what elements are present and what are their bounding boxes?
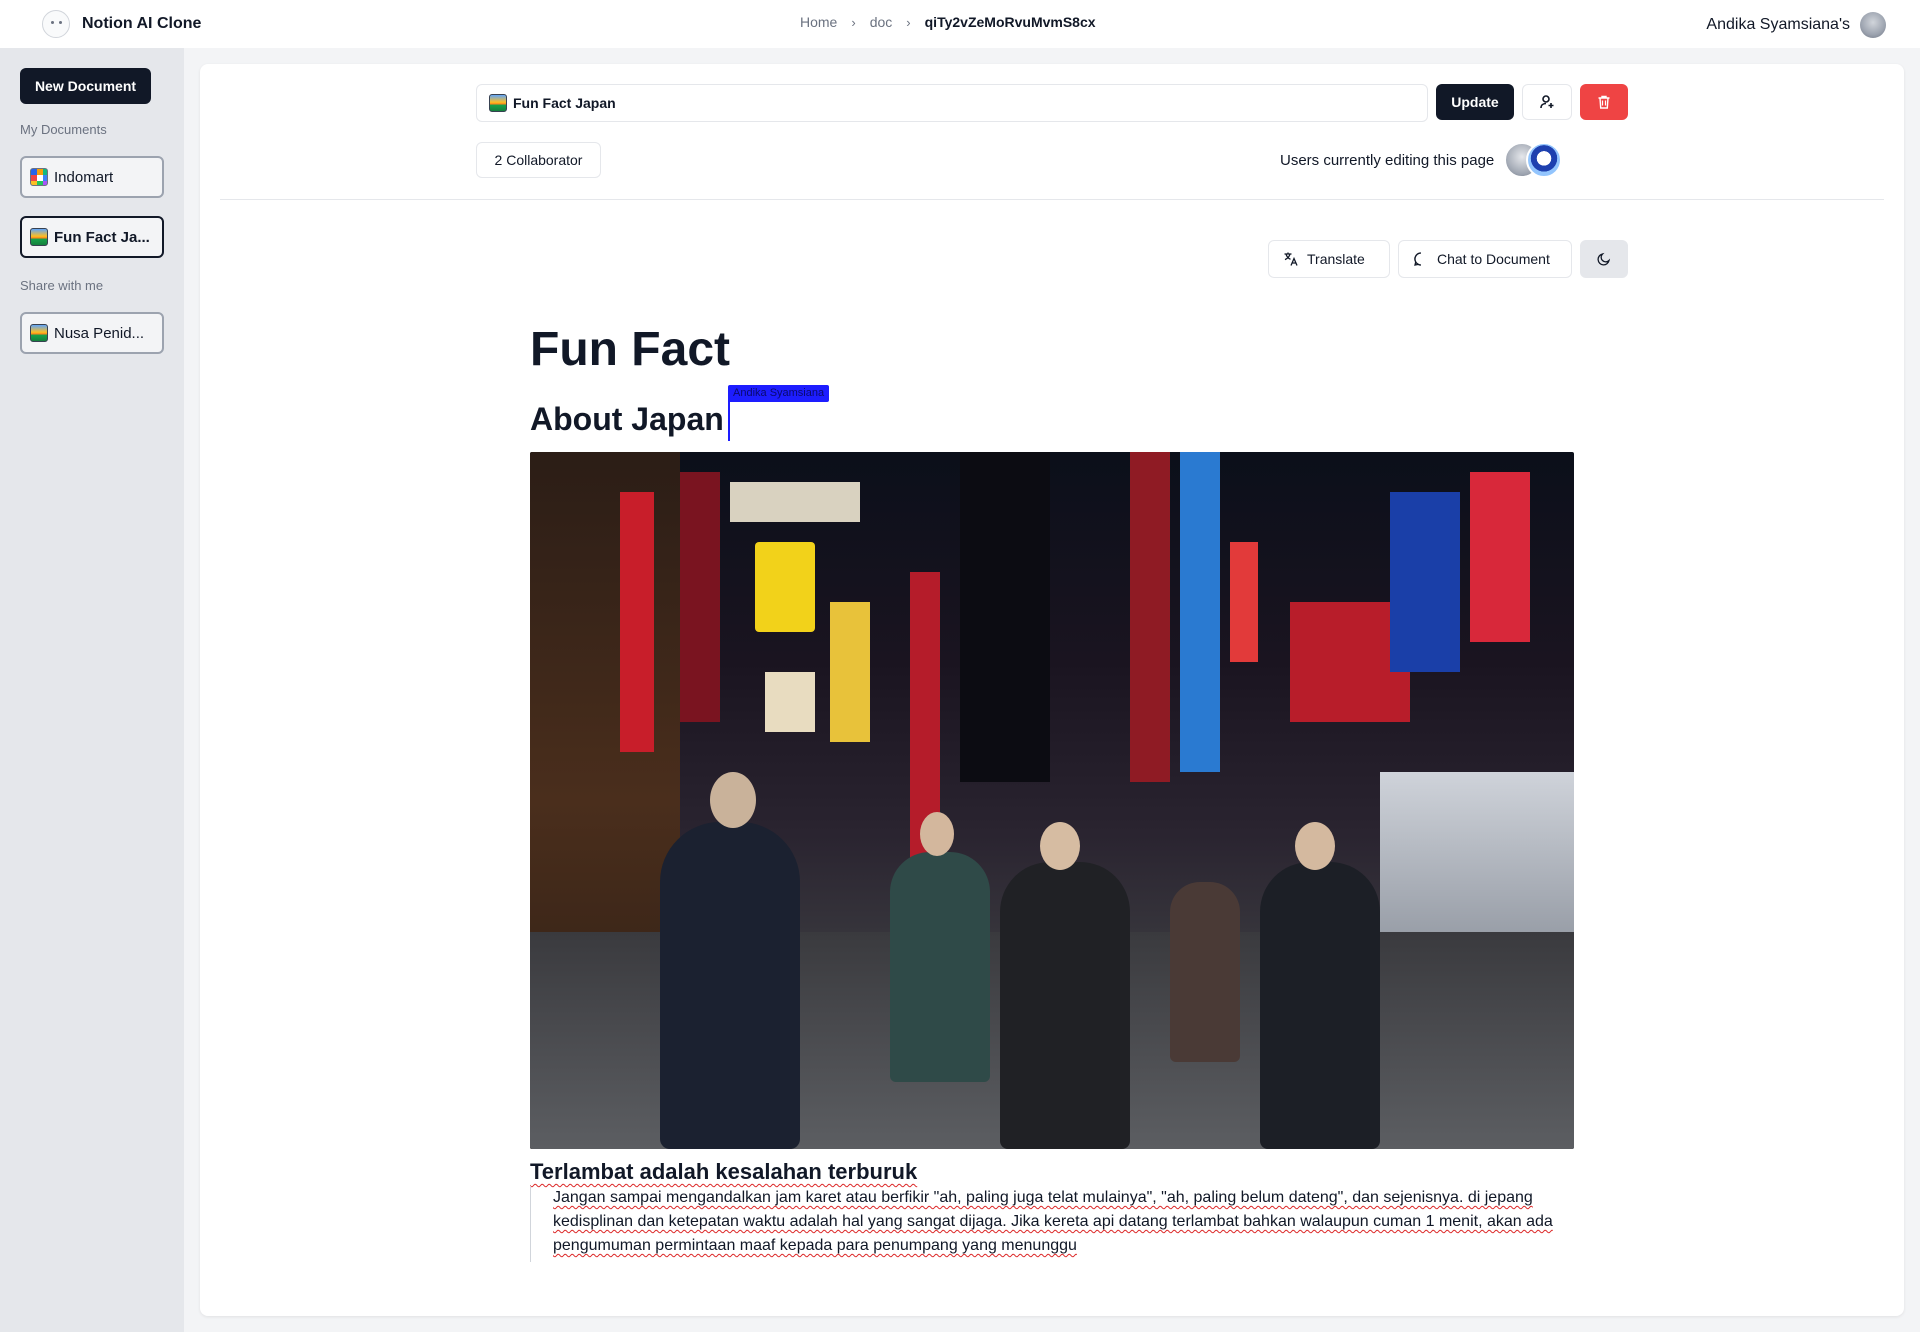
sidebar-item-fun-fact-japan[interactable]: Fun Fact Ja...: [20, 216, 164, 258]
picture-emoji-icon: [30, 228, 48, 246]
active-editors: Users currently editing this page: [1280, 142, 1563, 178]
update-button[interactable]: Update: [1436, 84, 1514, 120]
editor-avatars[interactable]: [1504, 142, 1563, 178]
message-circle-icon: [1414, 252, 1422, 266]
document-title-value: Fun Fact Japan: [513, 95, 616, 111]
picture-emoji-icon: [30, 324, 48, 342]
translate-icon: [1284, 252, 1298, 266]
my-documents-label: My Documents: [20, 122, 107, 137]
brand[interactable]: Notion AI Clone: [42, 10, 201, 38]
delete-button[interactable]: [1580, 84, 1628, 120]
chevron-right-icon: ›: [906, 14, 911, 30]
document-heading-2[interactable]: About Japan: [530, 403, 724, 435]
divider: [220, 199, 1884, 200]
trash-icon: [1598, 95, 1610, 109]
shared-label: Share with me: [20, 278, 104, 293]
document-card: Fun Fact Japan Update 2 Collaborator Use…: [200, 64, 1904, 1316]
moon-icon: [1597, 252, 1611, 266]
collaborator-button[interactable]: 2 Collaborator: [476, 142, 601, 178]
breadcrumb: Home › doc › qiTy2vZeMoRvuMvmS8cx: [800, 14, 1096, 30]
sidebar-item-label: Fun Fact Ja...: [54, 228, 150, 246]
invite-user-button[interactable]: [1522, 84, 1572, 120]
avatar[interactable]: [1526, 142, 1563, 178]
user-plus-icon: [1540, 95, 1554, 109]
breadcrumb-current: qiTy2vZeMoRvuMvmS8cx: [924, 14, 1096, 30]
dark-mode-toggle[interactable]: [1580, 240, 1628, 278]
quote-text: Jangan sampai mengandalkan jam karet ata…: [553, 1189, 1553, 1254]
breadcrumb-doc[interactable]: doc: [870, 14, 893, 30]
document-heading-3[interactable]: Terlambat adalah kesalahan terburuk: [530, 1159, 917, 1184]
sidebar: New Document My Documents Indomart Fun F…: [0, 48, 184, 1332]
user-menu[interactable]: Andika Syamsiana's: [1706, 12, 1886, 38]
chevron-right-icon: ›: [851, 14, 856, 30]
blockquote[interactable]: Jangan sampai mengandalkan jam karet ata…: [530, 1186, 1570, 1262]
translate-button[interactable]: Translate: [1268, 240, 1390, 278]
sidebar-item-indomart[interactable]: Indomart: [20, 156, 164, 198]
picture-emoji-icon: [489, 94, 507, 112]
collaborator-cursor: [728, 399, 730, 441]
sidebar-item-nusa-penida[interactable]: Nusa Penid...: [20, 312, 164, 354]
translate-label: Translate: [1307, 251, 1365, 267]
document-image[interactable]: [530, 452, 1574, 1149]
user-name: Andika Syamsiana's: [1706, 16, 1850, 33]
avatar[interactable]: [1860, 12, 1886, 38]
top-bar: Notion AI Clone Home › doc › qiTy2vZeMoR…: [0, 0, 1920, 48]
collaborator-cursor-label: Andika Syamsiana: [728, 385, 830, 402]
chat-to-document-button[interactable]: Chat to Document: [1398, 240, 1572, 278]
document-heading-1[interactable]: Fun Fact: [530, 326, 730, 374]
chat-label: Chat to Document: [1437, 251, 1550, 267]
grid-emoji-icon: [30, 168, 48, 186]
smile-logo-icon: [42, 10, 70, 38]
sidebar-item-label: Nusa Penid...: [54, 324, 145, 342]
sidebar-item-label: Indomart: [54, 168, 114, 186]
breadcrumb-home[interactable]: Home: [800, 14, 837, 30]
new-document-button[interactable]: New Document: [20, 68, 151, 104]
document-title-input[interactable]: Fun Fact Japan: [476, 84, 1428, 122]
app-name: Notion AI Clone: [82, 15, 202, 32]
editing-label: Users currently editing this page: [1280, 151, 1495, 169]
